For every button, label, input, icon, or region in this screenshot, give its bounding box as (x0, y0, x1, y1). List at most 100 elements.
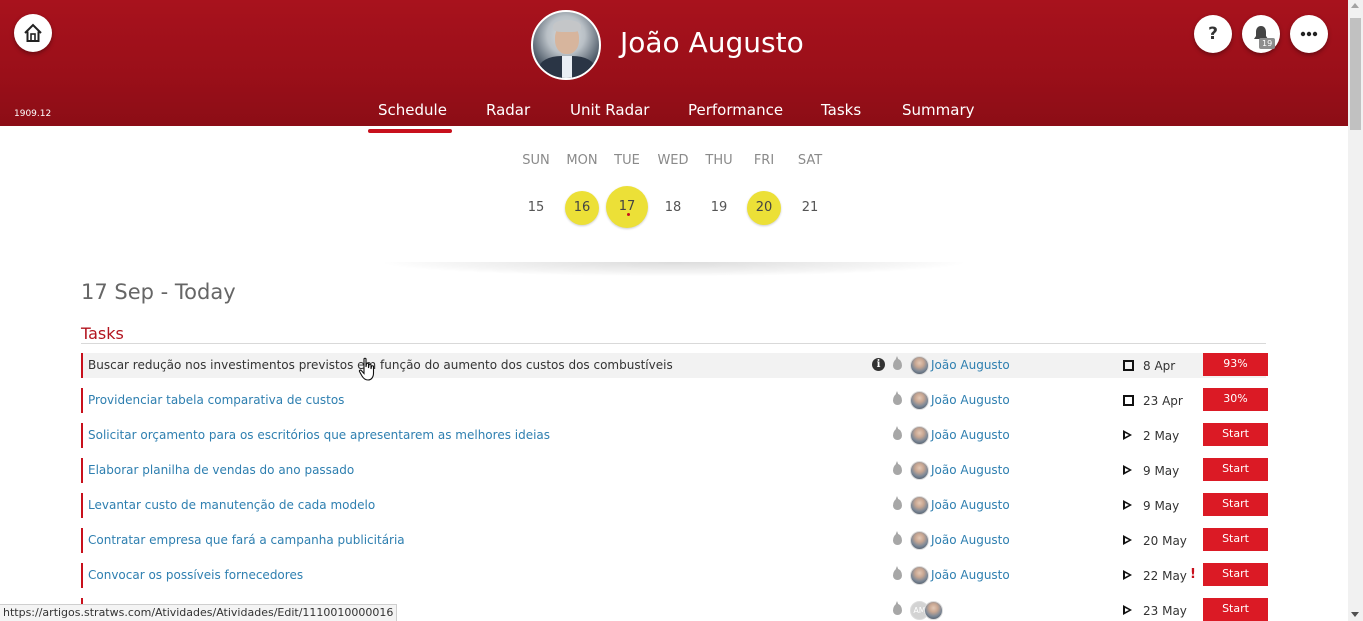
drop-icon (893, 566, 902, 580)
task-progress-button[interactable]: 93% (1203, 353, 1268, 376)
task-due-date: 20 May (1143, 534, 1187, 548)
task-row[interactable]: Contratar empresa que fará a campanha pu… (81, 528, 1268, 553)
task-row[interactable]: Solicitar orçamento para os escritórios … (81, 423, 1268, 448)
help-icon: ? (1208, 24, 1218, 44)
calendar-day[interactable]: 21 (793, 191, 827, 225)
info-icon[interactable]: i (872, 358, 885, 371)
scrollbar-thumb[interactable] (1350, 18, 1361, 130)
square-icon (1123, 360, 1134, 371)
app-version: 1909.12 (14, 109, 52, 119)
task-due-date: 22 May (1143, 569, 1187, 583)
task-row[interactable]: Convocar os possíveis fornecedores João … (81, 563, 1268, 588)
tab-summary[interactable]: Summary (902, 101, 975, 119)
task-due-date: 9 May (1143, 499, 1180, 513)
hand-cursor-icon (358, 357, 375, 381)
tab-performance[interactable]: Performance (688, 101, 783, 119)
task-due-date: 8 Apr (1143, 359, 1176, 373)
drop-icon (893, 531, 902, 545)
task-owner[interactable]: João Augusto (931, 463, 1010, 477)
task-title[interactable]: Providenciar tabela comparativa de custo… (88, 393, 344, 407)
calendar-day[interactable]: 15 (519, 191, 553, 225)
task-title[interactable]: Levantar custo de manutenção de cada mod… (88, 498, 375, 512)
home-button[interactable] (14, 14, 52, 52)
calendar-day-today[interactable]: 17 (606, 186, 648, 228)
more-button[interactable] (1290, 15, 1328, 53)
today-dot (627, 213, 630, 216)
calendar-divider-shadow (385, 262, 963, 276)
owner-avatar (910, 566, 929, 585)
owner-avatar (910, 391, 929, 410)
task-due-date: 23 May (1143, 604, 1187, 618)
calendar-day[interactable]: 20 (747, 191, 781, 225)
task-start-button[interactable]: Start (1203, 423, 1268, 446)
task-title[interactable]: Solicitar orçamento para os escritórios … (88, 428, 550, 442)
tasks-section-title: Tasks (81, 324, 124, 343)
play-icon (1123, 570, 1132, 580)
task-row[interactable]: Buscar redução nos investimentos previst… (81, 353, 1268, 378)
active-tab-indicator (368, 129, 452, 133)
task-owner[interactable]: João Augusto (931, 428, 1010, 442)
owner-avatar (924, 601, 943, 620)
weekday-label: MON (566, 153, 598, 168)
task-progress-button[interactable]: 30% (1203, 388, 1268, 411)
drop-icon (893, 601, 902, 615)
help-button[interactable]: ? (1194, 15, 1232, 53)
task-due-date: 23 Apr (1143, 394, 1183, 408)
user-avatar[interactable] (531, 10, 601, 80)
play-icon (1123, 430, 1132, 440)
date-heading: 17 Sep - Today (81, 280, 236, 304)
task-start-button[interactable]: Start (1203, 458, 1268, 481)
task-title[interactable]: Elaborar planilha de vendas do ano passa… (88, 463, 354, 477)
calendar-day[interactable]: 18 (656, 191, 690, 225)
weekday-label: SAT (797, 153, 823, 168)
task-start-button[interactable]: Start (1203, 598, 1268, 621)
task-start-button[interactable]: Start (1203, 493, 1268, 516)
task-row[interactable]: Providenciar tabela comparativa de custo… (81, 388, 1268, 413)
task-due-date: 9 May (1143, 464, 1180, 478)
tab-radar[interactable]: Radar (486, 101, 530, 119)
status-bar-url: https://artigos.stratws.com/Atividades/A… (0, 604, 398, 621)
scroll-up-arrow-icon[interactable] (1351, 3, 1359, 8)
scroll-down-arrow-icon[interactable] (1351, 612, 1359, 617)
task-owner[interactable]: João Augusto (931, 393, 1010, 407)
task-owner[interactable]: João Augusto (931, 358, 1010, 372)
square-icon (1123, 395, 1134, 406)
user-name: João Augusto (620, 26, 804, 59)
drop-icon (893, 391, 902, 405)
owner-avatar (910, 426, 929, 445)
play-icon (1123, 465, 1132, 475)
task-title[interactable]: Buscar redução nos investimentos previst… (88, 358, 673, 372)
section-divider (81, 343, 1266, 344)
task-owner[interactable]: João Augusto (931, 498, 1010, 512)
task-start-button[interactable]: Start (1203, 563, 1268, 586)
task-title[interactable]: Convocar os possíveis fornecedores (88, 568, 303, 582)
drop-icon (893, 426, 902, 440)
play-icon (1123, 500, 1132, 510)
task-title[interactable]: Contratar empresa que fará a campanha pu… (88, 533, 405, 547)
weekday-label: TUE (614, 153, 640, 168)
tab-schedule[interactable]: Schedule (378, 101, 447, 119)
play-icon (1123, 535, 1132, 545)
calendar-day[interactable]: 16 (565, 191, 599, 225)
task-start-button[interactable]: Start (1203, 528, 1268, 551)
owner-avatar (910, 356, 929, 375)
home-icon (24, 23, 42, 42)
task-row[interactable]: Levantar custo de manutenção de cada mod… (81, 493, 1268, 518)
app-header (0, 0, 1348, 126)
calendar-day[interactable]: 19 (702, 191, 736, 225)
tab-tasks[interactable]: Tasks (821, 101, 861, 119)
notification-count-badge: 19 (1259, 38, 1276, 49)
owner-avatar (910, 461, 929, 480)
owner-avatar (910, 496, 929, 515)
task-row[interactable]: Elaborar planilha de vendas do ano passa… (81, 458, 1268, 483)
tab-unit-radar[interactable]: Unit Radar (570, 101, 649, 119)
weekday-label: WED (657, 153, 689, 168)
alert-icon: ! (1190, 567, 1196, 582)
more-dots-icon (1300, 31, 1318, 37)
weekday-label: FRI (753, 153, 775, 168)
owner-avatar (910, 531, 929, 550)
task-owner[interactable]: João Augusto (931, 568, 1010, 582)
drop-icon (893, 496, 902, 510)
weekday-label: THU (705, 153, 733, 168)
task-owner[interactable]: João Augusto (931, 533, 1010, 547)
